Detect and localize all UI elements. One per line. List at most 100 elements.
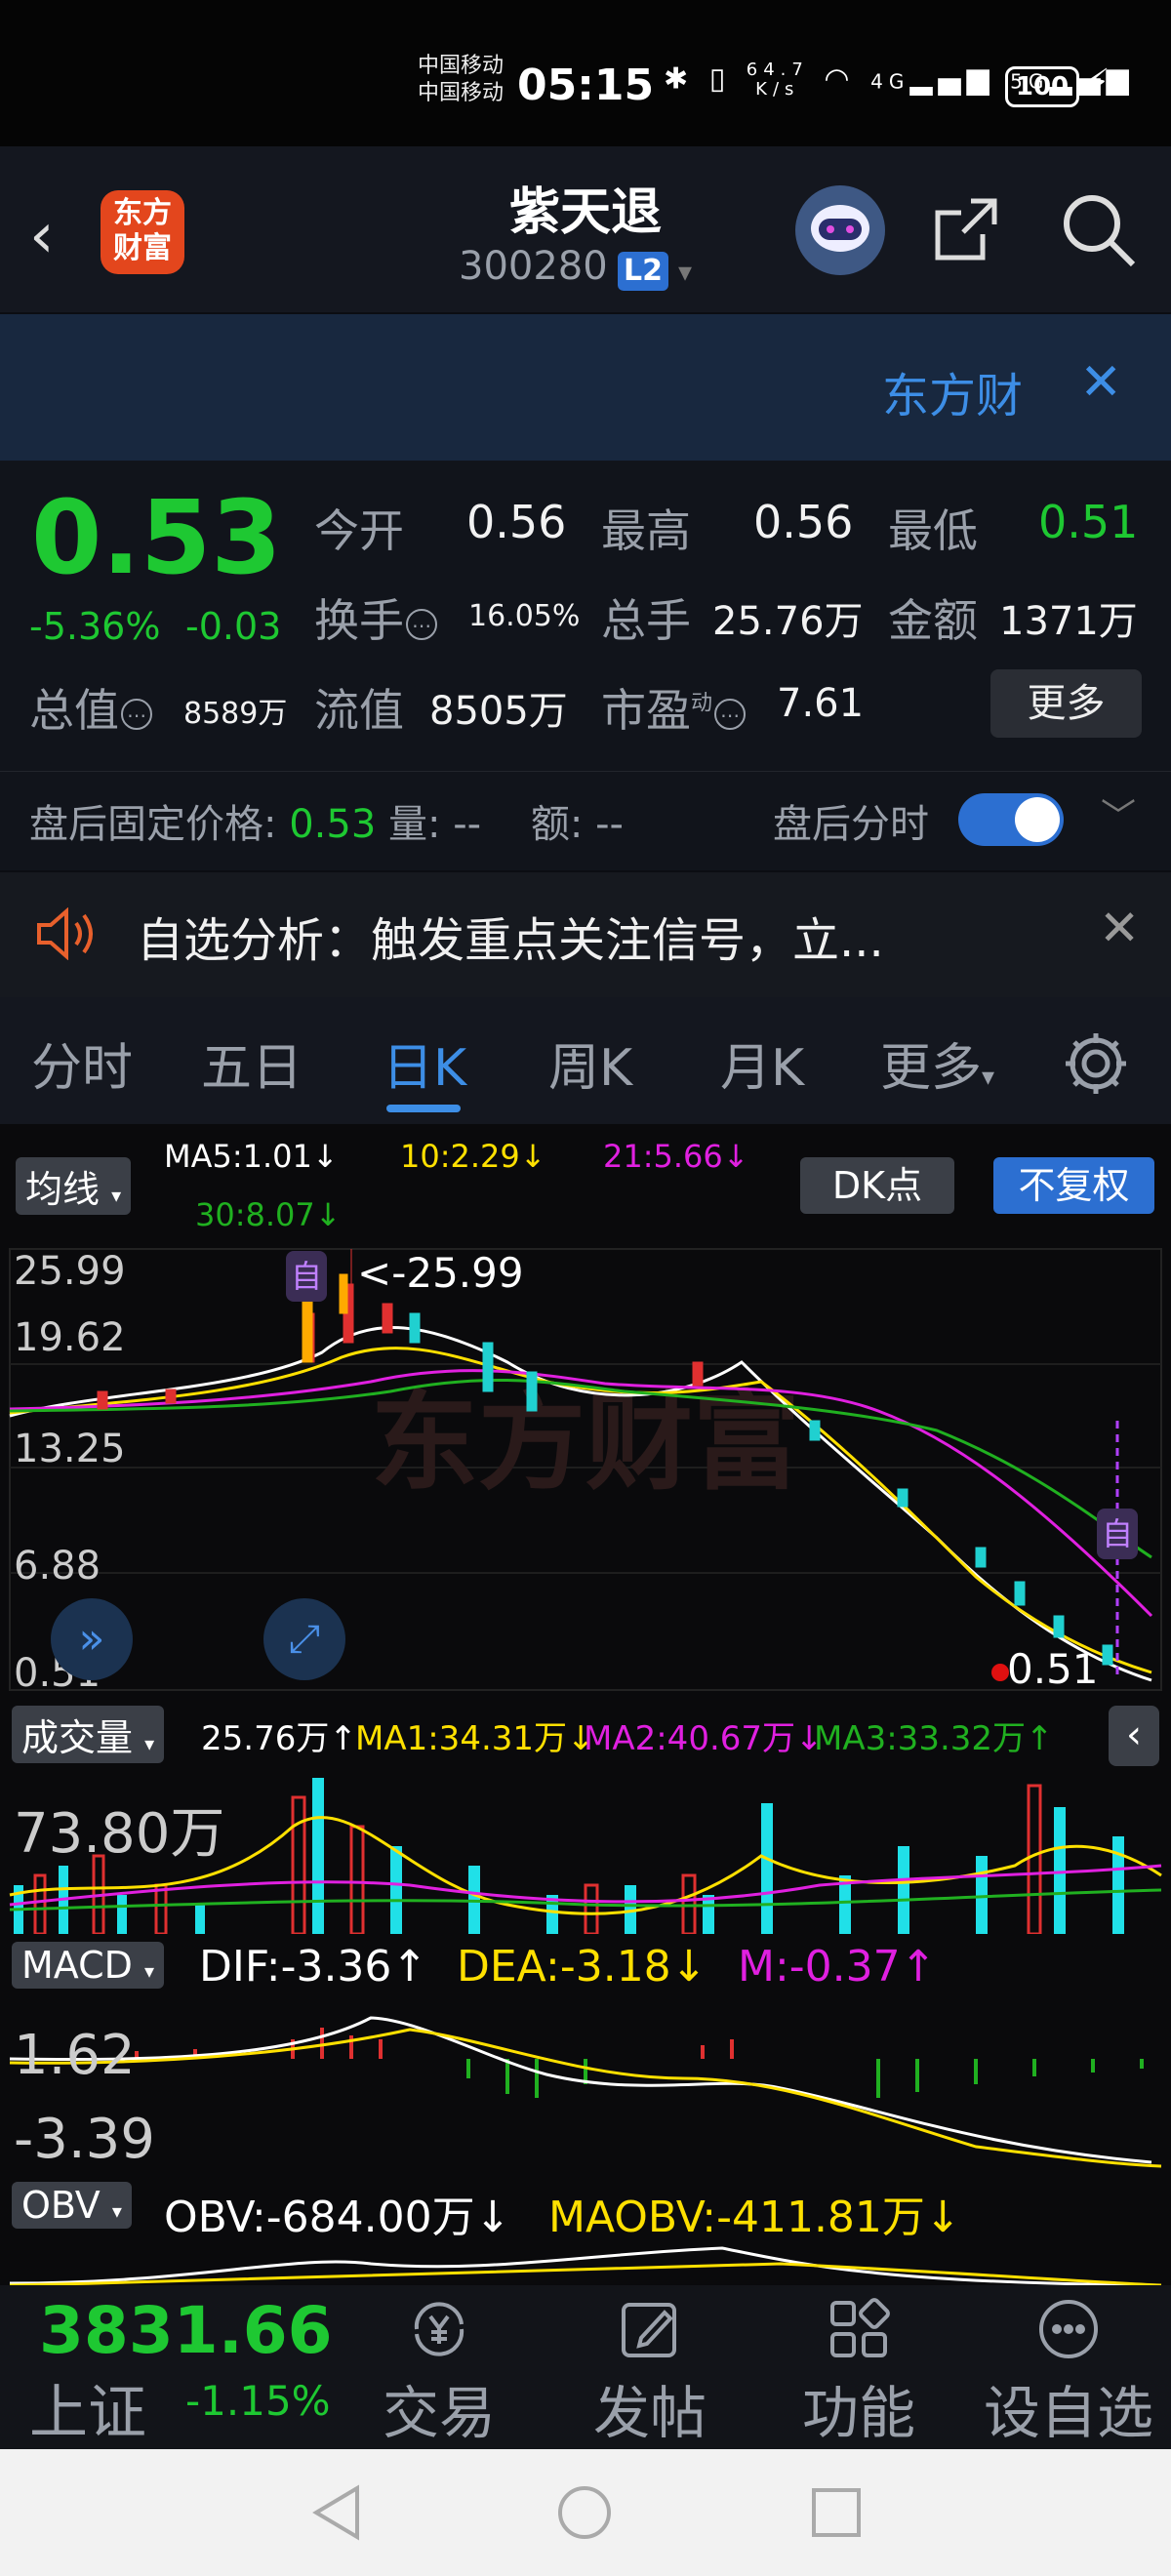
after-hours-toggle[interactable] — [958, 793, 1064, 846]
float-value-value: 8505万 — [429, 689, 568, 734]
stock-code[interactable]: 300280 — [459, 244, 608, 289]
low-value: 0.51 — [1038, 496, 1139, 548]
tab-intraday[interactable]: 分时 — [31, 1026, 133, 1100]
obv-value: OBV:-684.00万↓ — [164, 2193, 511, 2242]
pe-sup: 动 — [691, 691, 713, 716]
obv-chart[interactable] — [0, 2244, 1171, 2285]
low-label: 最低 — [888, 504, 978, 557]
battery-icon: 100 — [1005, 66, 1079, 107]
turnover-label: 换手 ⋯ — [314, 585, 437, 650]
turnover-label-text: 换手 — [314, 594, 404, 647]
turnover-value: 16.05% — [468, 599, 581, 633]
grid-apps-icon — [830, 2298, 890, 2357]
high-marker: <-25.99 — [357, 1249, 524, 1297]
watermark: 东方财富 — [371, 1380, 800, 1505]
watchlist-tag-2[interactable]: 自 — [1097, 1509, 1138, 1559]
macd-selector-label: MACD — [21, 1944, 133, 1987]
last-price: 0.53 — [31, 478, 282, 597]
volume-ma2: MA2:40.67万↓ — [584, 1719, 824, 1758]
adjust-button[interactable]: 不复权 — [993, 1157, 1154, 1214]
carrier-labels: 中国移动 中国移动 — [418, 53, 504, 107]
net-speed: 64.7 K/s — [747, 60, 809, 100]
ma30-value: 30:8.07↓ — [195, 1196, 342, 1233]
index-name[interactable]: 上证 — [29, 2365, 146, 2450]
tab-weekly-k[interactable]: 周K — [548, 1026, 632, 1100]
open-value: 0.56 — [466, 496, 567, 548]
kline-canvas[interactable]: 东方财富 — [0, 1245, 1171, 1694]
volume-selector[interactable]: 成交量 ▾ — [12, 1706, 165, 1763]
ma-selector[interactable]: 均线 ▾ — [16, 1157, 132, 1215]
banner-text: 东方财 — [881, 369, 1023, 423]
volume-current: 25.76万↑ — [201, 1719, 357, 1758]
after-hours-price: 0.53 — [289, 802, 377, 847]
nav-trade[interactable]: 交易 — [361, 2295, 517, 2449]
status-bar: 中国移动 中国移动 05:15 ✱ ▯ 64.7 K/s ◠ 4G▂▄▆ 5G▂▄… — [0, 0, 1171, 146]
volume-ma1: MA1:34.31万↓ — [355, 1719, 595, 1758]
home-circle-icon[interactable] — [556, 2484, 613, 2541]
index-value[interactable]: 3831.66 — [39, 2293, 333, 2368]
nav-post[interactable]: 发帖 — [572, 2295, 728, 2449]
watchlist-tag[interactable]: 自 — [286, 1251, 327, 1302]
tab-daily-k[interactable]: 日K — [383, 1026, 466, 1100]
nav-functions-label: 功能 — [801, 2380, 915, 2446]
high-label: 最高 — [601, 504, 691, 557]
signal-icon: ▂▄▆ — [909, 61, 995, 97]
promo-banner[interactable]: 东方财 ✕ — [0, 314, 1171, 461]
back-triangle-icon[interactable] — [310, 2484, 361, 2541]
banner-close-icon[interactable]: ✕ — [1079, 353, 1122, 412]
amount-label: 金额 — [888, 594, 978, 647]
ma5-value: MA5:1.01↓ — [164, 1138, 339, 1175]
pe-label-text: 市盈 — [601, 684, 691, 737]
carrier-1: 中国移动 — [418, 54, 505, 78]
analysis-notice[interactable]: 自选分析：触发重点关注信号，立... ✕ — [0, 870, 1171, 997]
volume-value: 25.76万 — [712, 599, 864, 644]
nav-add-watchlist-label: 设自选 — [983, 2380, 1153, 2446]
macd-y-top: 1.62 — [14, 2024, 136, 2087]
chevron-down-icon[interactable]: ﹀ — [1101, 788, 1136, 839]
tab-more[interactable]: 更多▾ — [880, 1026, 994, 1100]
info-icon[interactable]: ⋯ — [406, 608, 437, 640]
collapse-left-icon[interactable]: ‹ — [1109, 1706, 1159, 1766]
tab-five-day[interactable]: 五日 — [201, 1026, 303, 1100]
nav-add-watchlist[interactable]: 设自选 — [976, 2295, 1161, 2449]
more-dots-icon — [1039, 2300, 1098, 2358]
more-button[interactable]: 更多 — [990, 669, 1142, 738]
notice-text: 自选分析：触发重点关注信号，立... — [137, 913, 884, 968]
change-amount: -0.03 — [185, 605, 282, 648]
gear-icon[interactable] — [1062, 1029, 1130, 1098]
search-icon[interactable] — [1059, 190, 1137, 268]
volume-label: 总手 — [601, 594, 691, 647]
fast-forward-icon[interactable]: » — [51, 1598, 133, 1680]
index-change[interactable]: -1.15% — [185, 2377, 331, 2425]
y-label-2: 19.62 — [14, 1315, 126, 1360]
low-marker: 0.51 — [1007, 1645, 1099, 1693]
nav-trade-label: 交易 — [382, 2380, 496, 2446]
after-hours-vol-label: 量: — [387, 802, 441, 847]
total-value-label-text: 总值 — [29, 684, 119, 737]
after-hours-label: 盘后固定价格: — [29, 802, 277, 847]
dk-point-button[interactable]: DK点 — [800, 1157, 954, 1214]
total-value-value: 8589万 — [183, 697, 288, 731]
share-icon[interactable] — [932, 195, 1000, 263]
caret-down-icon: ▾ — [111, 1184, 122, 1207]
caret-down-icon: ▾ — [111, 2199, 122, 2223]
macd-selector[interactable]: MACD ▾ — [12, 1942, 165, 1989]
info-icon[interactable]: ⋯ — [714, 698, 747, 730]
robot-assistant-icon[interactable] — [795, 185, 885, 275]
bluetooth-icon: ✱ — [664, 61, 695, 97]
recents-square-icon[interactable] — [810, 2486, 863, 2539]
caret-down-icon[interactable]: ▾ — [678, 256, 692, 288]
expand-icon[interactable]: ⤢ — [263, 1598, 345, 1680]
level2-badge[interactable]: L2 — [618, 252, 668, 291]
carrier-2: 中国移动 — [418, 81, 505, 105]
obv-selector[interactable]: OBV ▾ — [12, 2182, 132, 2229]
speaker-icon — [35, 906, 100, 961]
macd-chart[interactable] — [0, 2000, 1171, 2176]
net-4g-label: 4G — [870, 69, 910, 94]
tab-monthly-k[interactable]: 月K — [720, 1026, 804, 1100]
pe-label: 市盈动 ⋯ — [601, 675, 747, 740]
caret-down-icon: ▾ — [144, 1959, 155, 1983]
info-icon[interactable]: ⋯ — [121, 698, 152, 730]
nav-functions[interactable]: 功能 — [781, 2295, 937, 2449]
notice-close-icon[interactable]: ✕ — [1099, 900, 1140, 956]
